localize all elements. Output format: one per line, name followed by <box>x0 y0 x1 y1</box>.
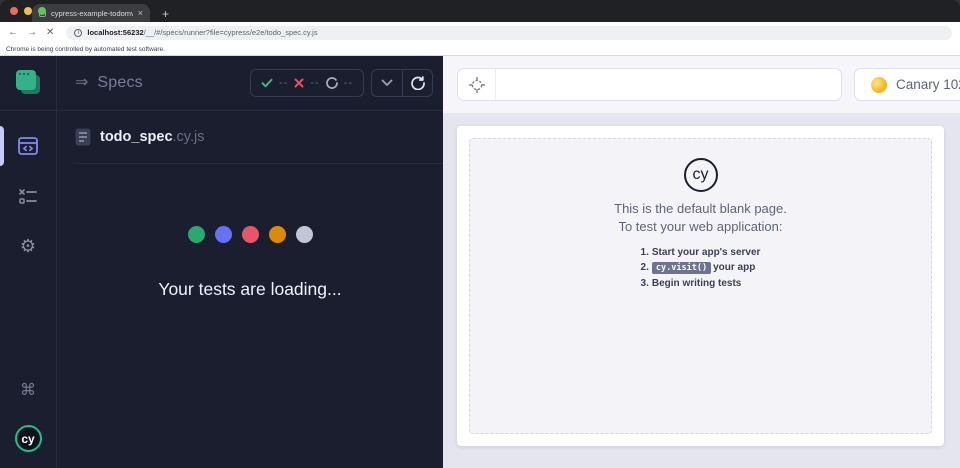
cy-logo-icon: cy <box>683 158 718 192</box>
browser-toolbar: ← → ✕ i localhost:56232/__/#/specs/runne… <box>0 22 960 43</box>
collapse-all-button[interactable] <box>372 70 402 96</box>
minimize-window-button[interactable] <box>24 7 32 15</box>
sidebar-item-specs[interactable] <box>0 135 56 157</box>
cypress-logo-icon: cy <box>14 425 42 452</box>
specs-panel: ⇒ Specs -- -- -- todo_spec.cy.js Your te… <box>57 56 443 468</box>
spec-file-ext: .cy.js <box>172 129 205 145</box>
cypress-logo-button[interactable]: cy <box>0 425 56 452</box>
infobar-text: Chrome is being controlled by automated … <box>6 45 165 53</box>
browser-window: cypress-example-todomvc × + ← → ✕ i loca… <box>0 0 960 468</box>
browser-titlebar: cypress-example-todomvc × + <box>0 0 960 22</box>
running-icon <box>325 77 338 89</box>
aut-url-input[interactable] <box>496 69 841 100</box>
blank-page-line-1: This is the default blank page. <box>614 201 787 216</box>
refresh-icon <box>410 76 425 90</box>
failed-count: -- <box>310 77 320 89</box>
code-badge: cy.visit() <box>651 262 712 274</box>
url-host: localhost:56232 <box>87 28 144 37</box>
gear-icon: ⚙ <box>19 236 37 256</box>
chevron-down-icon <box>381 79 393 86</box>
loading-dot-gray <box>295 226 313 243</box>
sidebar-divider <box>0 110 56 111</box>
running-count: -- <box>343 77 353 89</box>
runner-panel: Canary 102 cy This is the default blank … <box>443 56 960 468</box>
browser-tab[interactable]: cypress-example-todomvc × <box>32 4 150 22</box>
failed-x-icon <box>294 78 304 88</box>
command-icon: ⌘ <box>20 382 36 399</box>
aut-url-bar <box>457 68 842 101</box>
specs-list-icon: ⇒ <box>75 74 89 91</box>
loading-text: Your tests are loading... <box>158 279 342 299</box>
project-icon[interactable] <box>16 70 42 96</box>
spec-stats-badge: -- -- -- <box>250 69 364 97</box>
forward-icon[interactable]: → <box>27 27 37 38</box>
window-controls <box>10 7 46 15</box>
loading-dots <box>57 226 443 243</box>
spec-file-icon <box>75 128 91 146</box>
runner-header: Canary 102 <box>443 56 960 113</box>
default-blank-page: cy This is the default blank page. To te… <box>469 138 932 434</box>
aut-frame: cy This is the default blank page. To te… <box>457 126 944 446</box>
sidebar: ⚙ ⌘ cy <box>0 56 57 468</box>
url-path: /__/#/specs/runner?file=cypress/e2e/todo… <box>143 28 318 37</box>
maximize-window-button[interactable] <box>38 7 46 15</box>
spec-row-todo-spec[interactable]: todo_spec.cy.js <box>73 111 443 164</box>
page-info-icon[interactable]: i <box>74 28 83 37</box>
loading-state: Your tests are loading... <box>57 226 443 300</box>
sidebar-item-settings[interactable]: ⚙ <box>0 237 56 255</box>
selector-playground-button[interactable] <box>458 69 496 100</box>
specs-header: ⇒ Specs -- -- -- <box>57 56 443 111</box>
blank-page-line-2: To test your web application: <box>618 219 783 234</box>
browser-select-label: Canary 102 <box>896 77 960 92</box>
new-tab-button[interactable]: + <box>162 8 169 20</box>
spec-file-name: todo_spec <box>100 129 173 145</box>
keyboard-shortcuts-button[interactable]: ⌘ <box>0 383 56 399</box>
tab-close-icon[interactable]: × <box>138 8 143 18</box>
specs-panel-title: Specs <box>97 74 143 91</box>
cypress-app: ⚙ ⌘ cy ⇒ Specs -- -- -- todo_spec.cy.js … <box>0 56 960 468</box>
passed-check-icon <box>261 78 273 88</box>
blank-step-1: 1. Start your app's server <box>640 247 761 258</box>
stop-icon[interactable]: ✕ <box>46 27 54 38</box>
specs-actions <box>371 69 433 97</box>
tab-title: cypress-example-todomvc <box>51 8 133 18</box>
close-window-button[interactable] <box>10 7 18 15</box>
checklist-icon <box>19 189 37 204</box>
blank-step-3: 3. Begin writing tests <box>640 278 742 289</box>
aut-viewport: cy This is the default blank page. To te… <box>443 113 960 468</box>
chrome-canary-icon <box>871 76 887 93</box>
loading-dot-red <box>241 226 259 243</box>
blank-step-2: 2. cy.visit() your app <box>640 262 756 274</box>
loading-dot-orange <box>268 226 286 243</box>
specs-window-icon <box>18 137 38 155</box>
loading-dot-indigo <box>214 226 232 243</box>
refresh-specs-button[interactable] <box>402 70 432 96</box>
address-bar[interactable]: i localhost:56232/__/#/specs/runner?file… <box>66 25 952 40</box>
passed-count: -- <box>279 77 289 89</box>
sidebar-item-runs[interactable] <box>0 188 56 206</box>
automation-infobar: Chrome is being controlled by automated … <box>0 43 960 56</box>
loading-dot-green <box>187 226 205 243</box>
crosshair-icon <box>468 76 485 93</box>
back-icon[interactable]: ← <box>8 27 18 38</box>
browser-select-button[interactable]: Canary 102 <box>854 68 960 101</box>
project-icon-front <box>16 70 36 90</box>
url-text: localhost:56232/__/#/specs/runner?file=c… <box>87 28 317 37</box>
blank-page-steps: 1. Start your app's server 2. cy.visit() yo… <box>641 245 761 291</box>
